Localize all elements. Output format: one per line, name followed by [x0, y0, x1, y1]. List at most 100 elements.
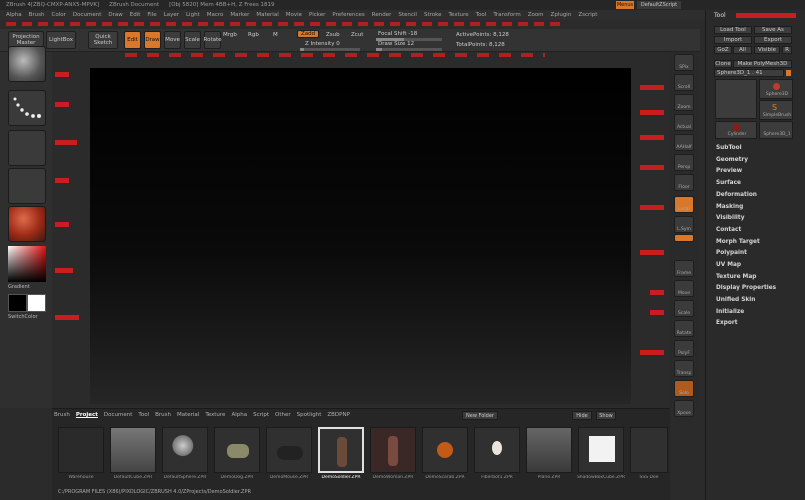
zoom-button[interactable]: Zoom: [674, 94, 694, 111]
polypaint-menu[interactable]: Polypaint: [716, 250, 747, 256]
solo-button[interactable]: Solo: [674, 380, 694, 397]
save-as-button[interactable]: Save As: [754, 26, 792, 34]
subtool-menu[interactable]: SubTool: [716, 145, 742, 151]
lightbox-item-fiberbot[interactable]: [474, 427, 520, 473]
lightbox-tab-tool[interactable]: Tool: [138, 412, 149, 418]
menu-stencil[interactable]: Stencil: [398, 12, 417, 18]
lightbox-tab-document[interactable]: Document: [104, 412, 133, 418]
lightbox-item-demomouse[interactable]: [266, 427, 312, 473]
menu-color[interactable]: Color: [52, 12, 66, 18]
menu-zplugin[interactable]: Zplugin: [551, 12, 572, 18]
persp-button[interactable]: Persp: [674, 154, 694, 171]
current-tool-preview[interactable]: [715, 79, 757, 119]
menu-layer[interactable]: Layer: [164, 12, 179, 18]
aahalf-button[interactable]: AAHalf: [674, 134, 694, 151]
contact-menu[interactable]: Contact: [716, 227, 741, 233]
lightbox-tab-brush-2[interactable]: Brush: [155, 412, 171, 418]
menu-transform[interactable]: Transform: [493, 12, 520, 18]
menu-alpha[interactable]: Alpha: [6, 12, 22, 18]
lightbox-item-plane[interactable]: [526, 427, 572, 473]
subtool-sphere3d-1[interactable]: Sphere3D_1: [759, 121, 793, 139]
all-button[interactable]: All: [733, 46, 752, 54]
geometry-menu[interactable]: Geometry: [716, 157, 748, 163]
scale-mode-button[interactable]: Scale: [184, 31, 201, 49]
lightbox-tab-spotlight[interactable]: Spotlight: [297, 412, 322, 418]
brush-thumbnail[interactable]: [8, 46, 46, 82]
rotate-view-button[interactable]: Rotate: [674, 320, 694, 337]
floor-button[interactable]: Floor: [674, 174, 694, 191]
masking-menu[interactable]: Masking: [716, 204, 743, 210]
main-color-swatch[interactable]: [8, 294, 27, 312]
local-button[interactable]: Local: [674, 196, 694, 213]
menu-stroke[interactable]: Stroke: [424, 12, 442, 18]
frame-button[interactable]: Frame: [674, 260, 694, 277]
menu-macro[interactable]: Macro: [207, 12, 224, 18]
draw-size-slider[interactable]: [376, 48, 442, 51]
alpha-thumbnail[interactable]: [8, 130, 46, 166]
document-canvas[interactable]: [90, 68, 631, 404]
menu-brush[interactable]: Brush: [29, 12, 45, 18]
secondary-color-swatch[interactable]: [27, 294, 46, 312]
lightbox-tab-other[interactable]: Other: [275, 412, 291, 418]
menu-preferences[interactable]: Preferences: [332, 12, 364, 18]
r-button[interactable]: R: [782, 46, 792, 54]
lightbox-item-demosoldier[interactable]: [318, 427, 364, 473]
menu-material[interactable]: Material: [256, 12, 278, 18]
deformation-menu[interactable]: Deformation: [716, 192, 757, 198]
lightbox-tab-alpha[interactable]: Alpha: [231, 412, 247, 418]
make-polymesh-button[interactable]: Make PolyMesh3D: [733, 60, 792, 68]
menus-toggle-button[interactable]: Menus: [616, 1, 634, 9]
menu-render[interactable]: Render: [372, 12, 392, 18]
lightbox-item-shadowboxcube[interactable]: [578, 427, 624, 473]
color-picker[interactable]: [8, 246, 46, 282]
lightbox-item-defaultsphere[interactable]: [162, 427, 208, 473]
lightbox-tab-zbdpnp[interactable]: ZBDPNP: [327, 412, 350, 418]
menu-edit[interactable]: Edit: [130, 12, 141, 18]
lightbox-item-sssdee[interactable]: [630, 427, 668, 473]
menu-marker[interactable]: Marker: [230, 12, 249, 18]
actual-button[interactable]: Actual: [674, 114, 694, 131]
menu-draw[interactable]: Draw: [108, 12, 122, 18]
zsub-button[interactable]: Zsub: [326, 32, 340, 38]
quick-sketch-button[interactable]: Quick Sketch: [88, 31, 118, 49]
goz-button[interactable]: GoZ: [714, 46, 732, 54]
menu-zoom[interactable]: Zoom: [528, 12, 544, 18]
lightbox-item-demoscarab[interactable]: [422, 427, 468, 473]
menu-picker[interactable]: Picker: [309, 12, 325, 18]
scale-view-button[interactable]: Scale: [674, 300, 694, 317]
lightbox-item-demodog[interactable]: [214, 427, 260, 473]
mrgb-toggle[interactable]: Mrgb: [223, 32, 237, 38]
menu-movie[interactable]: Movie: [286, 12, 302, 18]
subtool-cylinder[interactable]: Cylinder: [715, 121, 757, 139]
clone-button[interactable]: Clone: [714, 60, 732, 68]
m-toggle[interactable]: M: [273, 32, 278, 38]
morph-target-menu[interactable]: Morph Target: [716, 239, 760, 245]
lightbox-item-demowoman[interactable]: [370, 427, 416, 473]
lightbox-tab-brush[interactable]: Brush: [54, 412, 70, 418]
move-mode-button[interactable]: Move: [164, 31, 181, 49]
load-tool-button[interactable]: Load Tool: [714, 26, 752, 34]
z-intensity-slider[interactable]: [300, 48, 360, 51]
spix-button[interactable]: SPix: [674, 54, 694, 71]
visible-button[interactable]: Visible: [754, 46, 780, 54]
lightbox-tab-material[interactable]: Material: [177, 412, 199, 418]
visibility-menu[interactable]: Visibility: [716, 215, 744, 221]
transp-button[interactable]: Transp: [674, 360, 694, 377]
lightbox-button[interactable]: LightBox: [46, 31, 76, 49]
edit-mode-button[interactable]: Edit: [124, 31, 141, 49]
current-tool-name[interactable]: Sphere3D_1 . 41: [714, 69, 784, 77]
menu-document[interactable]: Document: [73, 12, 102, 18]
uv-map-menu[interactable]: UV Map: [716, 262, 741, 268]
move-view-button[interactable]: Move: [674, 280, 694, 297]
export-menu[interactable]: Export: [716, 320, 737, 326]
lightbox-item-defaultcube[interactable]: [110, 427, 156, 473]
xpose-button[interactable]: Xpose: [674, 400, 694, 417]
texture-map-menu[interactable]: Texture Map: [716, 274, 756, 280]
default-zscript-button[interactable]: DefaultZScript: [637, 1, 681, 9]
surface-menu[interactable]: Surface: [716, 180, 741, 186]
zadd-button[interactable]: Zadd: [297, 30, 319, 38]
preview-menu[interactable]: Preview: [716, 168, 742, 174]
unified-skin-menu[interactable]: Unified Skin: [716, 297, 755, 303]
texture-thumbnail[interactable]: [8, 168, 46, 204]
lightbox-item-warehouse[interactable]: [58, 427, 104, 473]
